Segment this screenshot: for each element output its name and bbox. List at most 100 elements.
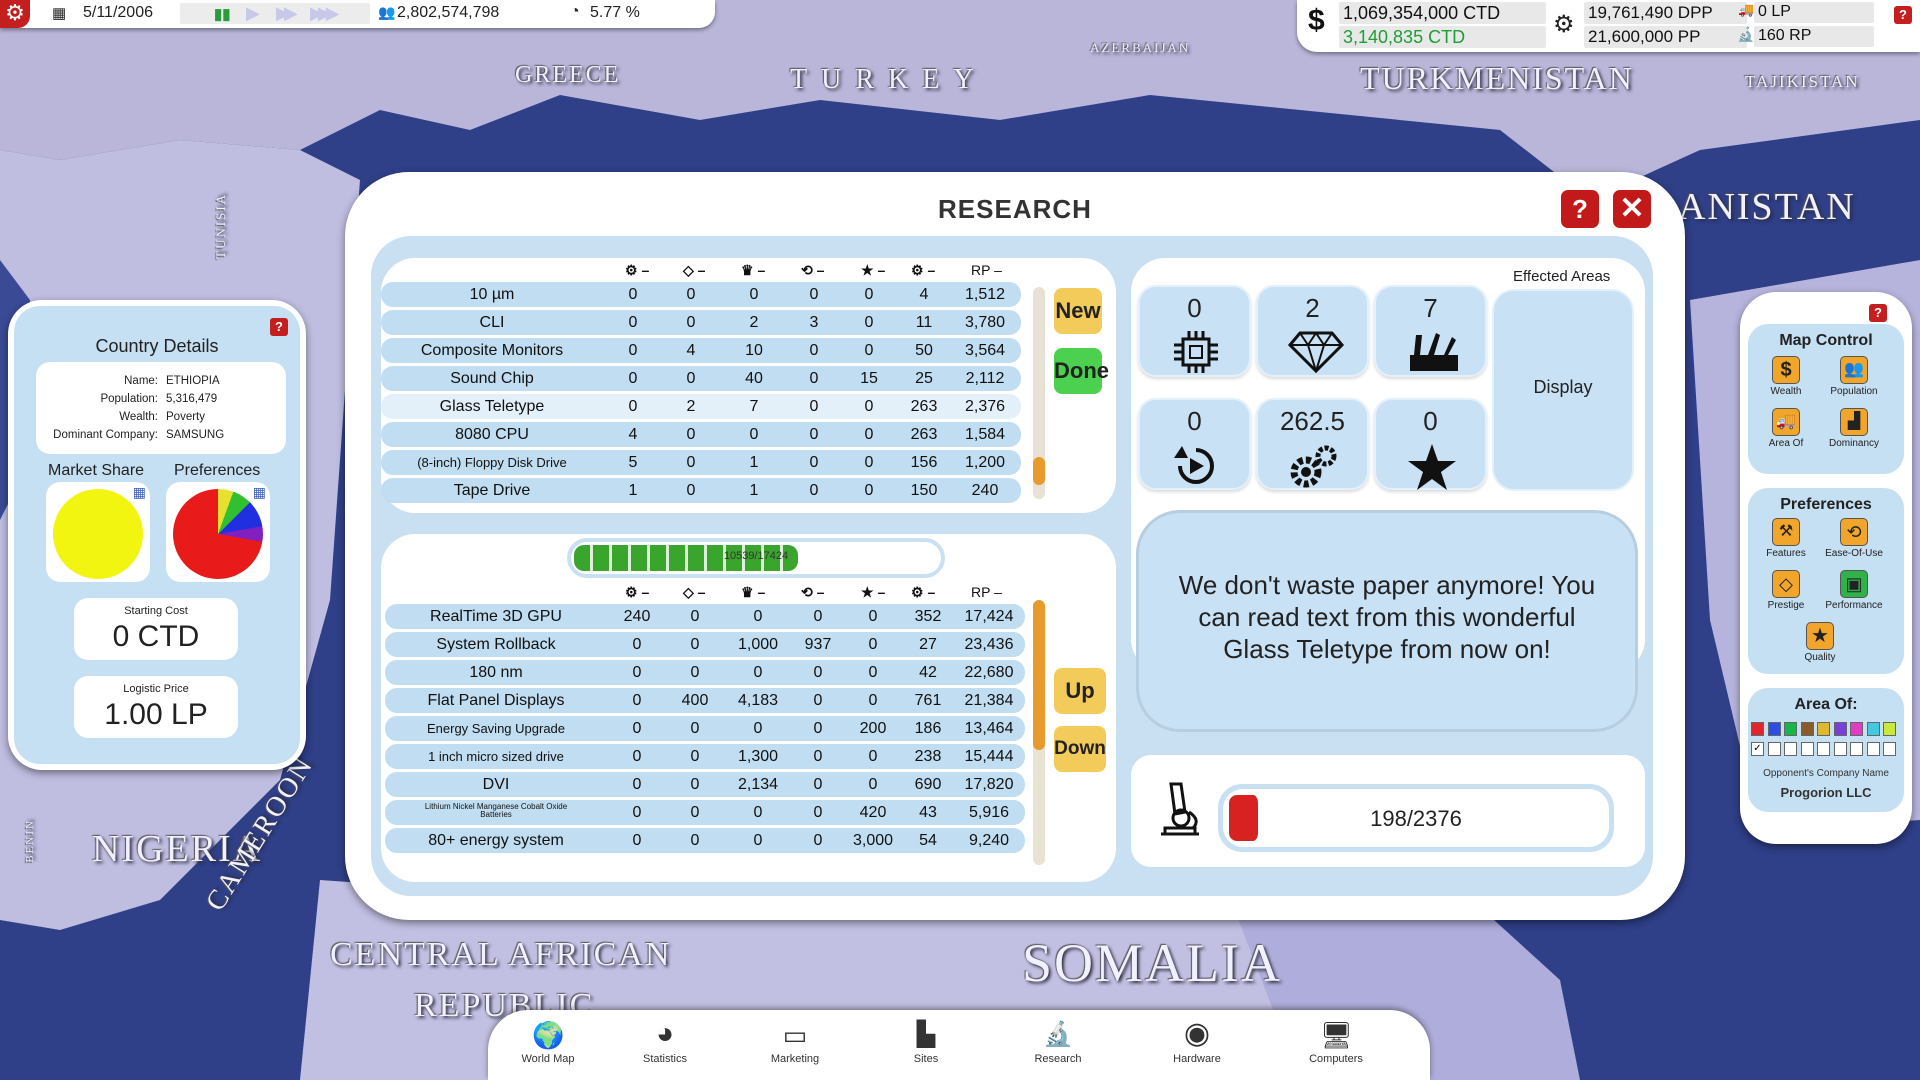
chip-icon-header[interactable]: ⚙ – (625, 584, 649, 601)
company-checkbox[interactable] (1866, 742, 1880, 756)
gears-icon-header[interactable]: ⚙ – (911, 262, 935, 279)
chip-icon-header[interactable]: ⚙ – (625, 262, 649, 279)
ease-of-use-filter[interactable]: ⟲ Ease-Of-Use (1824, 518, 1884, 559)
company-color-swatch[interactable] (1850, 722, 1863, 736)
down-button[interactable]: Down (1052, 724, 1108, 774)
up-button[interactable]: Up (1052, 666, 1108, 716)
new-button[interactable]: New (1052, 286, 1104, 336)
grid-icon[interactable]: ▦ (133, 484, 146, 501)
research-value: 0 (690, 636, 700, 653)
play-button[interactable]: ▶ (246, 3, 260, 24)
star-icon-header[interactable]: ★ – (861, 584, 885, 601)
research-row[interactable]: Sound Chip 0 0 40 0 15 25 2,112 (381, 366, 1021, 391)
company-color-swatch[interactable] (1784, 722, 1797, 736)
area-of-filter[interactable]: 🚚 Area Of (1756, 408, 1816, 449)
population-filter[interactable]: 👥 Population (1824, 356, 1884, 397)
company-color-swatch[interactable] (1817, 722, 1830, 736)
diamond-icon-header[interactable]: ◇ – (683, 584, 705, 601)
research-row[interactable]: System Rollback 0 0 1,000 937 0 27 23,436 (385, 632, 1025, 657)
map-help-button[interactable]: ? (1869, 304, 1887, 322)
display-button[interactable]: Display (1492, 289, 1634, 491)
tools-icon-header[interactable]: ♛ – (741, 584, 765, 601)
done-button[interactable]: Done (1052, 346, 1109, 396)
research-close-button[interactable]: ✕ (1613, 190, 1651, 228)
research-row[interactable]: (8-inch) Floppy Disk Drive 5 0 1 0 0 156 1,200 (381, 450, 1021, 475)
quality-filter[interactable]: ★ Quality (1790, 622, 1850, 663)
research-value: 15 (860, 370, 878, 387)
nav-marketing[interactable]: ▭ Marketing (740, 1020, 850, 1065)
research-value: 0 (632, 748, 642, 765)
country-help-button[interactable]: ? (270, 318, 288, 336)
preferences-chart[interactable]: ▦ (166, 482, 270, 582)
wealth-filter[interactable]: $ Wealth (1756, 356, 1816, 397)
company-checkbox[interactable] (1833, 742, 1847, 756)
company-checkbox[interactable] (1784, 742, 1797, 756)
research-row[interactable]: 8080 CPU 4 0 0 0 0 263 1,584 (381, 422, 1021, 447)
market-share-chart[interactable]: ▦ (46, 482, 150, 582)
company-checkbox[interactable] (1767, 742, 1781, 756)
queue-scrollbar[interactable] (1033, 600, 1045, 865)
company-checkbox[interactable]: ✓ (1751, 742, 1764, 756)
company-checkbox[interactable] (1817, 742, 1830, 756)
research-row[interactable]: 80+ energy system 0 0 0 0 3,000 54 9,240 (385, 828, 1025, 853)
gears-icon-header[interactable]: ⚙ – (911, 584, 935, 601)
research-value: 0 (813, 804, 823, 821)
star-icon-header[interactable]: ★ – (861, 262, 885, 279)
nav-world-map[interactable]: 🌍 World Map (493, 1020, 603, 1065)
features-filter[interactable]: ⚒ Features (1756, 518, 1816, 559)
research-row[interactable]: RealTime 3D GPU 240 0 0 0 0 352 17,424 (385, 604, 1025, 629)
completed-scrollbar[interactable] (1033, 287, 1045, 499)
research-row[interactable]: Lithium Nickel Manganese Cobalt Oxide Ba… (385, 800, 1025, 825)
research-row[interactable]: 1 inch micro sized drive 0 0 1,300 0 0 238 15,4… (385, 744, 1025, 769)
settings-gear-icon[interactable]: ⚙ (0, 0, 30, 28)
research-value: 0 (868, 748, 878, 765)
diamond-icon-header[interactable]: ◇ – (683, 262, 705, 279)
fast-forward-button[interactable]: ▶▶ (276, 3, 298, 24)
grid-icon[interactable]: ▦ (253, 484, 266, 501)
company-color-swatch[interactable] (1751, 722, 1764, 736)
research-row[interactable]: 10 µm 0 0 0 0 0 4 1,512 (381, 282, 1021, 307)
ease-of-use-icon-header[interactable]: ⟲ – (801, 584, 824, 601)
rp-header[interactable]: RP – (971, 262, 1002, 278)
research-row[interactable]: Tape Drive 1 0 1 0 0 150 240 (381, 478, 1021, 503)
tools-icon-header[interactable]: ♛ – (741, 262, 765, 279)
nav-sites[interactable]: ▙ Sites (871, 1020, 981, 1065)
prestige-filter[interactable]: ◇ Prestige (1756, 570, 1816, 611)
research-help-button[interactable]: ? (1561, 190, 1599, 228)
research-row[interactable]: 180 nm 0 0 0 0 0 42 22,680 (385, 660, 1025, 685)
stat-features: 7 (1374, 285, 1487, 377)
company-color-swatch[interactable] (1767, 722, 1781, 736)
research-row[interactable]: DVI 0 0 2,134 0 0 690 17,820 (385, 772, 1025, 797)
help-button[interactable]: ? (1894, 6, 1912, 24)
ease-of-use-icon-header[interactable]: ⟲ – (801, 262, 824, 279)
company-color-swatch[interactable] (1833, 722, 1847, 736)
research-row[interactable]: Glass Teletype 0 2 7 0 0 263 2,376 (381, 394, 1021, 419)
performance-filter[interactable]: ▣ Performance (1824, 570, 1884, 611)
nav-research[interactable]: 🔬 Research (1003, 1020, 1113, 1065)
company-color-swatch[interactable] (1866, 722, 1880, 736)
quality-value: 0 (1423, 406, 1438, 436)
company-checkbox[interactable] (1800, 742, 1814, 756)
nav-statistics[interactable]: ◕ Statistics (610, 1019, 720, 1066)
nav-hardware[interactable]: ◉ Hardware (1142, 1019, 1252, 1066)
pause-button[interactable]: ▮▮ (214, 5, 231, 23)
company-checkbox[interactable] (1850, 742, 1863, 756)
dominancy-filter[interactable]: ▟ Dominancy (1824, 408, 1884, 449)
nav-computers[interactable]: 🖥 Computers (1281, 1020, 1391, 1065)
research-row[interactable]: Composite Monitors 0 4 10 0 0 50 3,564 (381, 338, 1021, 363)
rp-header[interactable]: RP – (971, 584, 1002, 600)
research-row[interactable]: Energy Saving Upgrade 0 0 0 0 200 186 13,464 (385, 716, 1025, 741)
map-label-turkmenistan: TURKMENISTAN (1360, 60, 1634, 96)
research-value: 0 (628, 342, 638, 359)
stat-prestige: 2 (1256, 285, 1369, 377)
company-color-swatch[interactable] (1800, 722, 1814, 736)
company-checkbox[interactable] (1883, 742, 1896, 756)
company-color-swatch[interactable] (1883, 722, 1896, 736)
research-row[interactable]: Flat Panel Displays 0 400 4,183 0 0 761 21,384 (385, 688, 1025, 713)
starting-cost-value: 0 CTD (112, 620, 200, 653)
research-value: 0 (868, 608, 878, 625)
research-row[interactable]: CLI 0 0 2 3 0 11 3,780 (381, 310, 1021, 335)
people-icon: 👥 (1840, 356, 1868, 384)
fastest-forward-button[interactable]: ▶▶▶ (310, 3, 339, 24)
research-value: 0 (809, 370, 819, 387)
